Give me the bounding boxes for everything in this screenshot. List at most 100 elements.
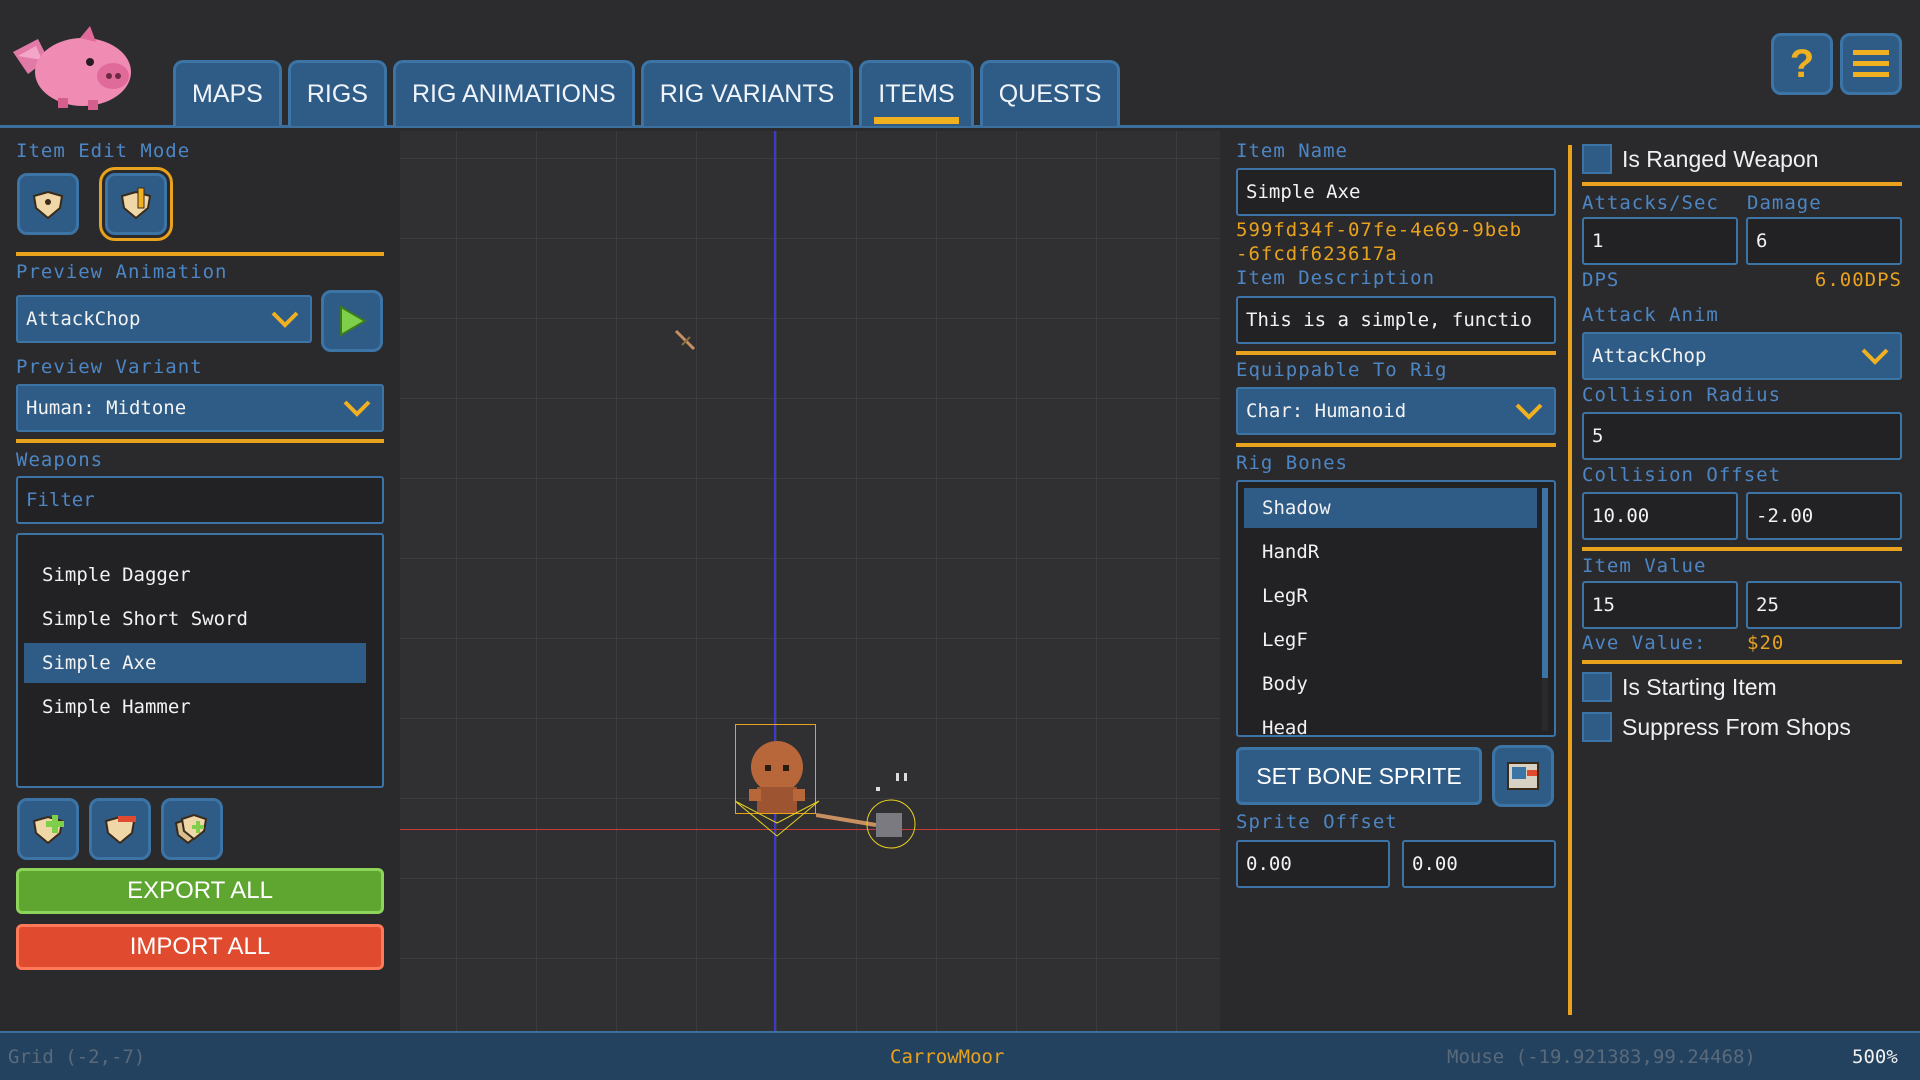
preview-animation-dropdown[interactable]: AttackChop: [16, 295, 312, 343]
equippable-to-rig-value: Char: Humanoid: [1246, 400, 1407, 422]
zoom-level: 500%: [1852, 1046, 1898, 1068]
preview-animation-label: Preview Animation: [16, 261, 228, 283]
collision-offset-x-input[interactable]: 10.00: [1582, 492, 1738, 540]
dps-label: DPS: [1582, 269, 1620, 291]
edit-mode-view-button[interactable]: [17, 173, 79, 235]
item-name-input[interactable]: Simple Axe: [1236, 168, 1556, 216]
menu-button[interactable]: [1840, 33, 1902, 95]
remove-item-button[interactable]: [89, 798, 151, 860]
item-edit-icon: [120, 187, 152, 220]
rig-bones-list[interactable]: Shadow HandR LegR LegF Body Head: [1236, 480, 1556, 737]
item-guid-line-1: 599fd34f-07fe-4e69-9beb: [1236, 219, 1523, 241]
scrollbar[interactable]: [1542, 488, 1548, 731]
list-item[interactable]: LegR: [1244, 576, 1537, 616]
chevron-down-icon: [271, 311, 299, 328]
list-item[interactable]: Simple Hammer: [24, 687, 366, 727]
collision-offset-y-input[interactable]: -2.00: [1746, 492, 1902, 540]
tab-rigs[interactable]: RIGS: [287, 60, 387, 126]
sprite-offset-label: Sprite Offset: [1236, 811, 1398, 833]
help-button[interactable]: ?: [1771, 33, 1833, 95]
tab-rig-variants[interactable]: RIG VARIANTS: [640, 60, 854, 126]
dps-value: 6.00DPS: [1814, 269, 1902, 291]
axe-sprite: [816, 773, 916, 849]
suppress-from-shops-checkbox[interactable]: [1582, 712, 1612, 742]
import-all-button[interactable]: IMPORT ALL: [16, 924, 384, 970]
question-icon: ?: [1789, 41, 1815, 86]
tab-quests[interactable]: QUESTS: [979, 60, 1121, 126]
sprite-offset-y-input[interactable]: 0.00: [1402, 840, 1556, 888]
separator: [1236, 443, 1556, 447]
add-item-button[interactable]: [17, 798, 79, 860]
is-ranged-weapon-checkbox[interactable]: [1582, 144, 1612, 174]
suppress-from-shops-label: Suppress From Shops: [1622, 714, 1851, 740]
mouse-coords: Mouse (-19.921383,99.24468): [1447, 1046, 1756, 1068]
list-item-selected[interactable]: Shadow: [1244, 488, 1537, 528]
list-item[interactable]: Body: [1244, 664, 1537, 704]
preview-variant-label: Preview Variant: [16, 356, 203, 378]
equippable-to-rig-dropdown[interactable]: Char: Humanoid: [1236, 387, 1556, 435]
remove-item-icon: [104, 815, 136, 845]
hamburger-icon: [1853, 50, 1889, 77]
play-icon: [340, 305, 367, 337]
weapons-label: Weapons: [16, 449, 104, 471]
item-description-input[interactable]: This is a simple, functio: [1236, 296, 1556, 344]
tab-rig-animations[interactable]: RIG ANIMATIONS: [392, 60, 635, 126]
preview-viewport[interactable]: [400, 131, 1220, 1031]
list-item[interactable]: Simple Dagger: [24, 555, 366, 595]
panel-divider: [1568, 145, 1572, 1015]
preview-variant-dropdown[interactable]: Human: Midtone: [16, 384, 384, 432]
item-details-panel: Item Name Simple Axe 599fd34f-07fe-4e69-…: [1220, 131, 1560, 1031]
left-panel: Item Edit Mode Preview Animation AttackC…: [0, 131, 400, 1031]
list-item[interactable]: Simple Short Sword: [24, 599, 366, 639]
attack-anim-label: Attack Anim: [1582, 304, 1719, 326]
tab-maps[interactable]: MAPS: [173, 60, 282, 126]
add-item-icon: [32, 815, 64, 845]
chevron-down-icon: [343, 400, 371, 417]
damage-label: Damage: [1747, 192, 1822, 214]
collision-radius-input[interactable]: 5: [1582, 412, 1902, 460]
main-tabs: MAPS RIGS RIG ANIMATIONS RIG VARIANTS IT…: [173, 60, 1121, 126]
item-value-min-input[interactable]: 15: [1582, 581, 1738, 629]
duplicate-item-icon: [174, 813, 208, 845]
item-value-max-input[interactable]: 25: [1746, 581, 1902, 629]
set-bone-sprite-button[interactable]: SET BONE SPRITE: [1236, 747, 1482, 805]
equippable-to-rig-label: Equippable To Rig: [1236, 359, 1448, 381]
attack-anim-dropdown[interactable]: AttackChop: [1582, 332, 1902, 380]
item-guid-line-2: -6fcdf623617a: [1236, 243, 1398, 265]
rig-bones-label: Rig Bones: [1236, 452, 1348, 474]
duplicate-item-button[interactable]: [161, 798, 223, 860]
separator: [16, 252, 384, 256]
sprite-offset-x-input[interactable]: 0.00: [1236, 840, 1390, 888]
sprite-picker-icon: [1507, 762, 1539, 790]
item-description-label: Item Description: [1236, 267, 1436, 289]
is-starting-item-checkbox[interactable]: [1582, 672, 1612, 702]
separator: [16, 439, 384, 443]
item-tag-icon: [32, 190, 64, 220]
weapons-list[interactable]: Simple Dagger Simple Short Sword Simple …: [16, 533, 384, 788]
weapon-stats-panel: Is Ranged Weapon Attacks/Sec Damage 1 6 …: [1560, 131, 1920, 1031]
y-axis-line: [774, 131, 776, 1031]
attack-anim-value: AttackChop: [1592, 345, 1707, 367]
bone-sprite-picker-button[interactable]: [1492, 745, 1554, 807]
separator: [1582, 660, 1902, 664]
separator: [1582, 182, 1902, 186]
attacks-per-sec-input[interactable]: 1: [1582, 217, 1738, 265]
play-animation-button[interactable]: [321, 290, 383, 352]
tab-items[interactable]: ITEMS: [859, 60, 974, 126]
list-item-selected[interactable]: Simple Axe: [24, 643, 366, 683]
chevron-down-icon: [1515, 403, 1543, 420]
preview-variant-value: Human: Midtone: [26, 397, 187, 419]
separator: [1582, 547, 1902, 551]
cursor-marker-icon: [674, 329, 696, 351]
chevron-down-icon: [1861, 348, 1889, 365]
ave-value: $20: [1747, 632, 1785, 654]
item-value-label: Item Value: [1582, 555, 1707, 577]
is-ranged-weapon-label: Is Ranged Weapon: [1622, 146, 1819, 172]
edit-mode-edit-button[interactable]: [99, 167, 173, 241]
list-item[interactable]: Head: [1244, 708, 1537, 735]
export-all-button[interactable]: EXPORT ALL: [16, 868, 384, 914]
list-item[interactable]: HandR: [1244, 532, 1537, 572]
list-item[interactable]: LegF: [1244, 620, 1537, 660]
damage-input[interactable]: 6: [1746, 217, 1902, 265]
weapons-filter-input[interactable]: Filter: [16, 476, 384, 524]
